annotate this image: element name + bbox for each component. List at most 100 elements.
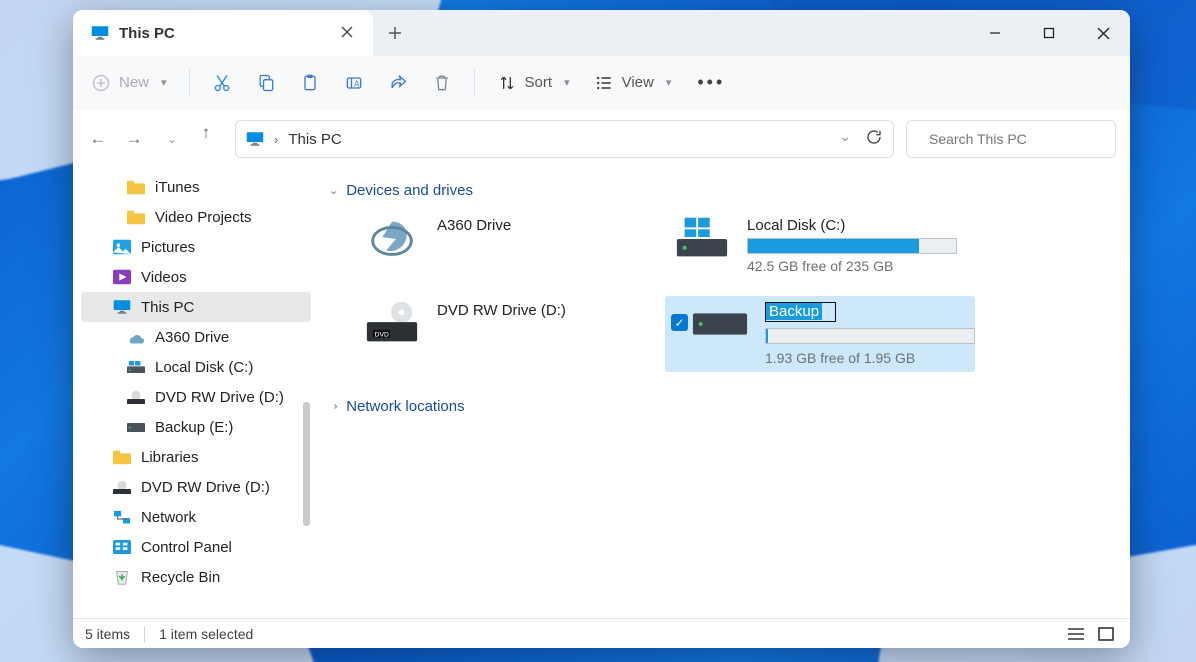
- sidebar-item-libraries[interactable]: Libraries: [81, 442, 311, 472]
- toolbar: New ▾ A Sort ▾ View ▾ •••: [73, 56, 1130, 110]
- sidebar-item-itunes[interactable]: iTunes: [81, 172, 311, 202]
- monitor-icon: [246, 130, 264, 148]
- address-bar[interactable]: › This PC ⌄: [235, 120, 894, 158]
- sidebar-item-a360[interactable]: A360 Drive: [81, 322, 311, 352]
- chevron-right-icon: ⌄: [327, 402, 340, 411]
- minimize-button[interactable]: [968, 10, 1022, 56]
- more-button[interactable]: •••: [685, 66, 737, 99]
- sidebar-item-video-projects[interactable]: Video Projects: [81, 202, 311, 232]
- network-icon: [113, 508, 131, 526]
- close-window-button[interactable]: [1076, 10, 1130, 56]
- drive-free-text: 42.5 GB free of 235 GB: [747, 258, 967, 274]
- sidebar-item-local-disk[interactable]: Local Disk (C:): [81, 352, 311, 382]
- address-row: ← → ⌄ ↑ › This PC ⌄: [73, 110, 1130, 168]
- copy-button[interactable]: [246, 67, 286, 99]
- selection-check-icon[interactable]: ✓: [671, 314, 688, 331]
- sidebar-item-this-pc[interactable]: This PC: [81, 292, 311, 322]
- svg-text:A: A: [354, 78, 360, 88]
- sidebar-item-label: Videos: [141, 269, 187, 286]
- sidebar-item-label: Libraries: [141, 449, 199, 466]
- drive-dvd[interactable]: DVD DVD RW Drive (D:): [355, 296, 665, 372]
- drive-backup[interactable]: ✓ Backup 1.93 GB free of 1.95 GB: [665, 296, 975, 372]
- svg-text:DVD: DVD: [375, 332, 389, 339]
- sort-label: Sort: [525, 74, 553, 91]
- recent-locations-button[interactable]: ⌄: [153, 122, 187, 156]
- section-label: Network locations: [346, 398, 464, 415]
- drive-label: Local Disk (C:): [747, 217, 967, 234]
- refresh-button[interactable]: [865, 128, 883, 151]
- content-pane[interactable]: ⌄ Devices and drives A360 Drive: [311, 168, 1130, 618]
- new-button[interactable]: New ▾: [81, 67, 177, 99]
- drive-a360[interactable]: A360 Drive: [355, 211, 665, 280]
- section-label: Devices and drives: [346, 182, 473, 199]
- sidebar-item-label: Local Disk (C:): [155, 359, 253, 376]
- cloud-drive-icon: [127, 328, 145, 346]
- sidebar-scrollbar[interactable]: [303, 402, 310, 526]
- drive-free-text: 1.93 GB free of 1.95 GB: [765, 350, 975, 366]
- storage-bar: [747, 238, 957, 254]
- folder-icon: [113, 448, 131, 466]
- sidebar-item-label: Recycle Bin: [141, 569, 220, 586]
- search-input[interactable]: [929, 131, 1110, 147]
- pictures-icon: [113, 238, 131, 256]
- share-button[interactable]: [378, 67, 418, 99]
- recycle-bin-icon: [113, 568, 131, 586]
- sidebar-item-network[interactable]: Network: [81, 502, 311, 532]
- chevron-down-icon: ▾: [161, 76, 167, 89]
- details-view-button[interactable]: [1064, 623, 1088, 645]
- cut-button[interactable]: [202, 67, 242, 99]
- drive-local-c[interactable]: Local Disk (C:) 42.5 GB free of 235 GB: [665, 211, 975, 280]
- search-box[interactable]: [906, 120, 1116, 158]
- chevron-down-icon: ▾: [564, 76, 570, 89]
- sidebar-item-backup[interactable]: Backup (E:): [81, 412, 311, 442]
- address-dropdown-button[interactable]: ⌄: [839, 128, 851, 151]
- new-tab-button[interactable]: [373, 10, 417, 56]
- window-controls: [968, 10, 1130, 56]
- storage-bar: [765, 328, 975, 344]
- status-item-count: 5 items: [85, 626, 130, 642]
- folder-icon: [127, 208, 145, 226]
- title-bar: This PC: [73, 10, 1130, 56]
- monitor-icon: [91, 24, 109, 42]
- sidebar-item-label: iTunes: [155, 179, 199, 196]
- status-bar: 5 items 1 item selected: [73, 618, 1130, 648]
- videos-icon: [113, 268, 131, 286]
- paste-button[interactable]: [290, 67, 330, 99]
- sort-button[interactable]: Sort ▾: [487, 67, 580, 99]
- sidebar-item-recycle-bin[interactable]: Recycle Bin: [81, 562, 311, 592]
- sidebar-item-label: This PC: [141, 299, 194, 316]
- sidebar-item-videos[interactable]: Videos: [81, 262, 311, 292]
- back-button[interactable]: ←: [81, 122, 115, 156]
- dvd-drive-icon: DVD: [363, 302, 421, 346]
- new-label: New: [119, 74, 149, 91]
- section-devices[interactable]: ⌄ Devices and drives: [327, 176, 1114, 205]
- up-button[interactable]: ↑: [189, 116, 223, 150]
- rename-input[interactable]: Backup: [766, 303, 822, 320]
- forward-button[interactable]: →: [117, 122, 151, 156]
- sidebar-item-dvd-rw[interactable]: DVD RW Drive (D:): [81, 382, 311, 412]
- breadcrumb-this-pc[interactable]: This PC: [288, 131, 341, 148]
- chevron-down-icon: ▾: [666, 76, 672, 89]
- disk-icon: [127, 418, 145, 436]
- view-button[interactable]: View ▾: [584, 67, 682, 99]
- sidebar-item-label: Control Panel: [141, 539, 232, 556]
- tab-title: This PC: [119, 25, 175, 42]
- maximize-button[interactable]: [1022, 10, 1076, 56]
- sidebar-item-pictures[interactable]: Pictures: [81, 232, 311, 262]
- disk-icon: [127, 358, 145, 376]
- navigation-pane[interactable]: iTunes Video Projects Pictures Videos Th…: [73, 168, 311, 618]
- rename-button[interactable]: A: [334, 67, 374, 99]
- windows-disk-icon: [673, 217, 731, 261]
- sidebar-item-label: Backup (E:): [155, 419, 233, 436]
- delete-button[interactable]: [422, 67, 462, 99]
- tab-this-pc[interactable]: This PC: [73, 10, 373, 56]
- chevron-right-icon: ›: [274, 132, 278, 147]
- dvd-icon: [127, 388, 145, 406]
- drive-label: DVD RW Drive (D:): [437, 302, 657, 319]
- control-panel-icon: [113, 538, 131, 556]
- section-network-locations[interactable]: ⌄ Network locations: [327, 392, 1114, 421]
- tab-close-button[interactable]: [335, 19, 359, 47]
- large-icons-view-button[interactable]: [1094, 623, 1118, 645]
- sidebar-item-dvd-rw-2[interactable]: DVD RW Drive (D:): [81, 472, 311, 502]
- sidebar-item-control-panel[interactable]: Control Panel: [81, 532, 311, 562]
